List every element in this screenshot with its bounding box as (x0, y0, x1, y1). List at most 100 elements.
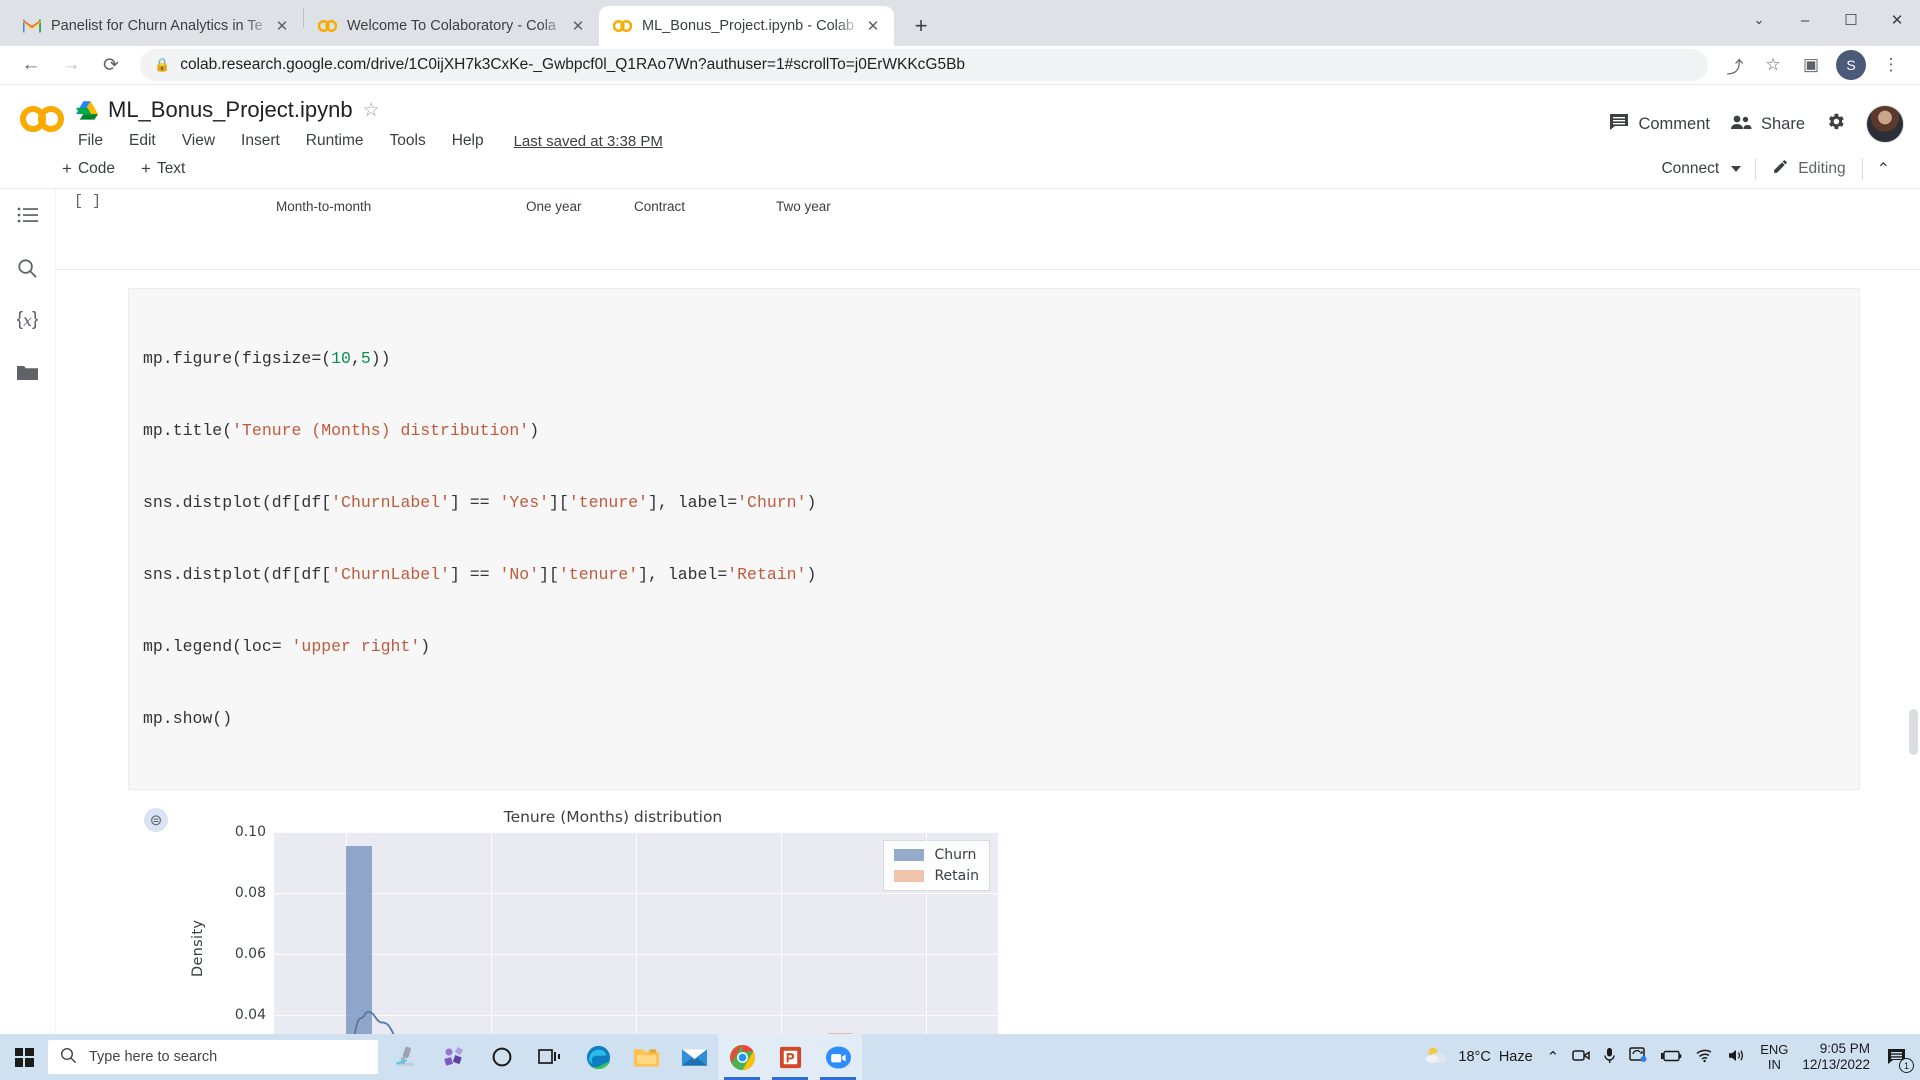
colab-logo[interactable] (14, 93, 70, 145)
windows-taskbar: Type here to search 18°C Haze ⌃ ENG IN 9… (0, 1034, 1920, 1080)
chevron-down-icon[interactable] (1731, 165, 1742, 172)
zoom-icon[interactable] (814, 1034, 862, 1080)
code-editor[interactable]: mp.figure(figsize=(10,5)) mp.title('Tenu… (128, 288, 1860, 790)
editing-indicator[interactable]: Editing (1756, 158, 1861, 180)
window-controls: ⌄ – ☐ ✕ (1736, 0, 1920, 46)
microscope-icon[interactable] (382, 1034, 430, 1080)
taskbar-pinned-apps (382, 1034, 862, 1080)
reload-button[interactable]: ⟳ (92, 46, 130, 84)
address-bar[interactable]: 🔒 colab.research.google.com/drive/1C0ijX… (140, 49, 1708, 81)
comment-button[interactable]: Comment (1609, 113, 1710, 136)
tab-title: Welcome To Colaboratory - Cola (347, 18, 556, 34)
back-button[interactable]: ← (12, 46, 50, 84)
clock[interactable]: 9:05 PM 12/13/2022 (1802, 1041, 1870, 1073)
chart-title: Tenure (Months) distribution (503, 808, 723, 826)
xtick-label: One year (526, 199, 582, 214)
share-button[interactable]: Share (1730, 114, 1805, 135)
previous-cell-output: [ ] Month-to-month One year Two year Con… (56, 189, 1920, 261)
new-tab-button[interactable]: + (904, 9, 938, 43)
task-view-icon[interactable] (526, 1034, 574, 1080)
cell-prompt: [ ] (74, 193, 102, 210)
close-window-button[interactable]: ✕ (1874, 0, 1920, 40)
onedrive-sync-icon[interactable] (1629, 1047, 1647, 1067)
search-placeholder: Type here to search (89, 1049, 218, 1065)
edge-icon[interactable] (574, 1034, 622, 1080)
show-hidden-icons-chevron[interactable]: ⌃ (1547, 1048, 1560, 1066)
ytick-label: 0.10 (234, 824, 266, 840)
tab-title: ML_Bonus_Project.ipynb - Colab (642, 18, 854, 34)
pencil-icon (1772, 158, 1789, 180)
previous-chart-xaxis: Month-to-month One year Two year Contrac… (216, 189, 916, 239)
mail-icon[interactable] (670, 1034, 718, 1080)
code-cell-1[interactable]: ▶ mp.figure(figsize=(10,5)) mp.title('Te… (56, 288, 1920, 790)
toolbar-right-group: Connect Editing ⌃ (1647, 157, 1904, 180)
volume-icon[interactable] (1727, 1048, 1746, 1067)
xtick-label: Month-to-month (276, 199, 372, 214)
share-icon[interactable]: ⤴ (1718, 48, 1752, 82)
close-icon[interactable]: ✕ (271, 15, 293, 37)
last-saved-status[interactable]: Last saved at 3:38 PM (514, 133, 663, 150)
battery-icon[interactable] (1660, 1049, 1682, 1066)
language-indicator[interactable]: ENG IN (1760, 1042, 1788, 1072)
chevron-up-icon[interactable]: ⌃ (1863, 159, 1904, 179)
taskbar-search-input[interactable]: Type here to search (48, 1040, 378, 1074)
close-icon[interactable]: ✕ (862, 15, 884, 37)
files-folder-icon[interactable] (15, 359, 41, 385)
tab-title: Panelist for Churn Analytics in Te (51, 18, 263, 34)
output-collapse-icon[interactable]: ⊜ (144, 808, 168, 832)
scrollbar-thumb[interactable] (1909, 709, 1918, 755)
cortana-icon[interactable] (478, 1034, 526, 1080)
lock-icon: 🔒 (154, 57, 171, 72)
sidepanel-icon[interactable]: ▣ (1794, 48, 1828, 82)
microphone-icon[interactable] (1603, 1047, 1616, 1068)
avatar[interactable] (1866, 105, 1904, 143)
weather-widget[interactable]: 18°C Haze (1424, 1045, 1533, 1069)
notebook-scroll-area[interactable]: [ ] Month-to-month One year Two year Con… (56, 189, 1920, 1080)
omnibox-bar: ← → ⟳ 🔒 colab.research.google.com/drive/… (0, 46, 1920, 85)
close-icon[interactable]: ✕ (567, 15, 589, 37)
drive-icon (76, 100, 98, 120)
chrome-menu-icon[interactable]: ⋮ (1874, 48, 1908, 82)
chart-ylabel: Density (190, 919, 206, 977)
camera-icon[interactable] (1572, 1048, 1590, 1067)
chevron-down-icon[interactable]: ⌄ (1736, 0, 1782, 40)
browser-tab-1[interactable]: Panelist for Churn Analytics in Te ✕ (8, 6, 303, 46)
search-icon[interactable] (15, 255, 41, 281)
chrome-icon[interactable] (718, 1034, 766, 1080)
search-icon (60, 1047, 77, 1068)
tray-icon-group: ⌃ (1547, 1047, 1747, 1068)
omnibox-actions: ⤴ ☆ ▣ S ⋮ (1718, 48, 1908, 82)
add-text-cell-button[interactable]: + Text (141, 159, 185, 179)
maximize-button[interactable]: ☐ (1828, 0, 1874, 40)
comment-label: Comment (1638, 114, 1710, 133)
browser-tab-2[interactable]: Welcome To Colaboratory - Cola ✕ (304, 6, 599, 46)
ytick-label: 0.06 (234, 946, 266, 962)
file-explorer-icon[interactable] (622, 1034, 670, 1080)
table-of-contents-icon[interactable] (15, 203, 41, 229)
confetti-icon[interactable] (430, 1034, 478, 1080)
colab-page: ML_Bonus_Project.ipynb ☆ File Edit View … (0, 85, 1920, 1080)
page-title[interactable]: ML_Bonus_Project.ipynb (108, 97, 353, 123)
powerpoint-icon[interactable] (766, 1034, 814, 1080)
minimize-button[interactable]: – (1782, 0, 1828, 40)
variables-icon[interactable]: {x} (15, 307, 41, 333)
add-code-cell-button[interactable]: + Code (62, 159, 115, 179)
gmail-icon (22, 17, 41, 36)
windows-start-icon[interactable] (0, 1034, 48, 1080)
clock-date: 12/13/2022 (1802, 1057, 1870, 1072)
star-icon[interactable]: ☆ (363, 99, 380, 122)
tab-strip: Panelist for Churn Analytics in Te ✕ Wel… (0, 0, 1920, 46)
colab-sidebar: {x} < > (0, 189, 56, 1080)
xtick-label: Two year (776, 199, 831, 214)
profile-avatar[interactable]: S (1836, 50, 1866, 80)
wifi-icon[interactable] (1695, 1048, 1714, 1067)
connect-button[interactable]: Connect (1647, 160, 1755, 178)
settings-button[interactable] (1825, 111, 1846, 137)
forward-button[interactable]: → (52, 46, 90, 84)
browser-tab-3[interactable]: ML_Bonus_Project.ipynb - Colab ✕ (599, 6, 894, 46)
notification-icon[interactable]: 1 (1884, 1044, 1914, 1073)
bookmark-star-icon[interactable]: ☆ (1756, 48, 1790, 82)
browser-window: Panelist for Churn Analytics in Te ✕ Wel… (0, 0, 1920, 1080)
ytick-label: 0.08 (234, 885, 266, 901)
plus-icon: + (62, 158, 72, 178)
